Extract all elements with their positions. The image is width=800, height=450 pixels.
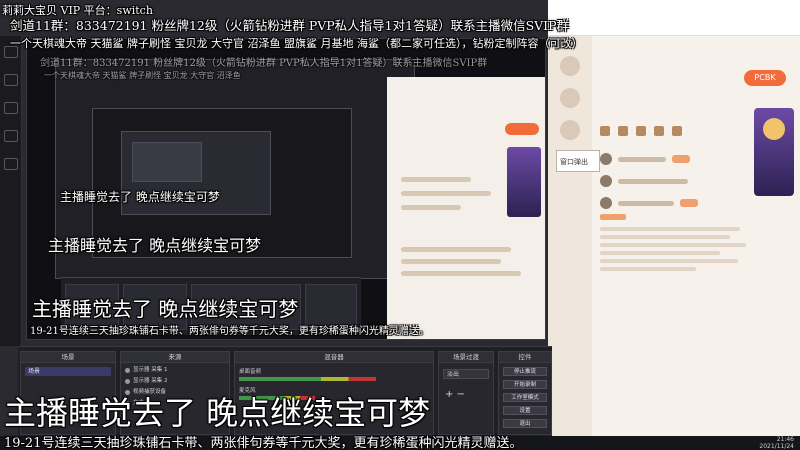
panel-title: 场景 xyxy=(21,352,115,363)
scene-item[interactable]: 场景 xyxy=(25,367,111,376)
mirror-bar xyxy=(401,271,521,276)
chat-row xyxy=(600,148,746,170)
sleep-caption-mirror-large: 主播睡觉去了 晚点继续宝可梦 xyxy=(32,297,299,321)
dock-icon[interactable] xyxy=(4,102,18,114)
add-remove-transition[interactable]: + − xyxy=(445,389,487,400)
ticker-caption-mirror: 19-21号连续三天抽珍珠铺石卡带、两张俳句券等千元大奖，更有珍稀蛋种闪光精灵赠… xyxy=(30,326,429,337)
notice-tag xyxy=(600,214,626,220)
source-item[interactable]: 显示器 采集 2 xyxy=(125,377,225,385)
toolbar-icon[interactable] xyxy=(636,126,646,136)
volume-meter[interactable] xyxy=(239,377,376,381)
toolbar-icon[interactable] xyxy=(618,126,628,136)
panel-title: 场景过渡 xyxy=(439,352,493,363)
sleep-caption-mirror-medium: 主播睡觉去了 晚点继续宝可梦 xyxy=(48,236,262,255)
chat-avatar[interactable] xyxy=(600,197,612,209)
clock-date: 2021/11/24 xyxy=(759,443,794,450)
chat-row xyxy=(600,192,746,214)
mirror-info-caption: 一个天棋魂大帝 天猫鲨 牌子刷怪 宝贝龙 大守官 沼泽鱼 xyxy=(44,71,241,80)
notice-line xyxy=(600,251,720,255)
source-label: 显示器 采集 2 xyxy=(133,378,168,384)
stream-toolbar xyxy=(600,122,746,140)
notice-line xyxy=(600,243,746,247)
mirror-hero xyxy=(507,147,541,217)
mixer-channel[interactable]: 桌面音频 xyxy=(239,367,429,382)
sleep-caption-mirror-small: 主播睡觉去了 晚点继续宝可梦 xyxy=(60,190,220,204)
mirror-bar xyxy=(401,177,471,182)
dock-icon[interactable] xyxy=(4,158,18,170)
mirror-bar xyxy=(401,191,491,196)
panel-title: 控件 xyxy=(499,352,551,363)
chat-badge xyxy=(680,199,698,207)
panel-title: 混音器 xyxy=(235,352,433,363)
source-label: 显示器 采集 1 xyxy=(133,367,168,373)
transitions-panel: 场景过渡 淡出 + − xyxy=(438,351,494,435)
notice-line xyxy=(600,235,730,239)
sidebar-avatar[interactable] xyxy=(560,88,580,108)
dock-icon[interactable] xyxy=(4,74,18,86)
dock-icon[interactable] xyxy=(4,130,18,142)
stream-web-page: PCBK xyxy=(548,0,800,436)
controls-panel: 控件 停止推流 开始录制 工作室模式 设置 退出 xyxy=(498,351,552,435)
hero-banner[interactable] xyxy=(754,108,794,196)
taskbar-clock[interactable]: 21:46 2021/11/24 xyxy=(759,436,794,450)
notice-line xyxy=(600,267,696,271)
start-recording-button[interactable]: 开始录制 xyxy=(503,380,547,389)
stream-notice xyxy=(600,214,750,275)
popup-label: 窗口弹出 xyxy=(560,158,588,166)
notice-line xyxy=(600,227,740,231)
chat-text xyxy=(618,156,666,162)
screen: PCBK 窗口弹出 场景 场景 来源 显示器 采集 1 显示器 采集 2 视频捕… xyxy=(0,0,800,450)
chat-text xyxy=(618,178,688,184)
mirror-bar xyxy=(401,205,461,210)
chat-avatar[interactable] xyxy=(600,153,612,165)
sleep-caption: 主播睡觉去了 晚点继续宝可梦 xyxy=(4,394,431,432)
toolbar-icon[interactable] xyxy=(654,126,664,136)
popup-window[interactable]: 窗口弹出 xyxy=(556,150,600,172)
obs-left-dock xyxy=(0,36,22,346)
mirror-bar xyxy=(401,259,501,264)
stream-page-sidebar xyxy=(548,36,592,436)
eye-icon[interactable] xyxy=(125,378,130,384)
source-item[interactable]: 显示器 采集 1 xyxy=(125,366,225,374)
eye-icon[interactable] xyxy=(125,367,130,373)
mixer-label: 桌面音频 xyxy=(239,369,262,375)
settings-button[interactable]: 设置 xyxy=(503,406,547,415)
exit-button[interactable]: 退出 xyxy=(503,419,547,428)
toolbar-icon[interactable] xyxy=(600,126,610,136)
transition-select[interactable]: 淡出 xyxy=(443,369,489,379)
fan-group-caption: 剑道11群：833472191 粉丝牌12级（火箭钻粉进群 PVP私人指导1对1… xyxy=(10,18,570,33)
ticker-caption: 19-21号连续三天抽珍珠铺石卡带、两张俳句券等千元大奖，更有珍稀蛋种闪光精灵赠… xyxy=(4,436,523,450)
mirror-bar xyxy=(401,247,511,252)
studio-mode-button[interactable]: 工作室模式 xyxy=(503,393,547,402)
panel-title: 来源 xyxy=(121,352,229,363)
sidebar-avatar[interactable] xyxy=(560,120,580,140)
info-caption: 一个天棋魂大帝 天猫鲨 牌子刷怪 宝贝龙 大守官 沼泽鱼 盟旗鲨 月基地 海鲨（… xyxy=(10,37,583,50)
stream-page-header xyxy=(548,0,800,36)
chat-badge xyxy=(672,155,690,163)
sidebar-avatar[interactable] xyxy=(560,56,580,76)
mirror-group-caption: 剑道11群：833472191 粉丝牌12级（火箭钻粉进群 PVP私人指导1对1… xyxy=(40,58,488,69)
clock-time: 21:46 xyxy=(776,436,794,443)
toolbar-icon[interactable] xyxy=(672,126,682,136)
mirror-frame xyxy=(132,142,202,182)
notice-line xyxy=(600,259,738,263)
mirror-pill xyxy=(505,123,539,135)
chat-row xyxy=(600,170,746,192)
stream-pill-badge[interactable]: PCBK xyxy=(744,70,786,86)
stop-streaming-button[interactable]: 停止推流 xyxy=(503,367,547,376)
hero-face-icon xyxy=(763,118,785,140)
chat-list xyxy=(600,148,746,214)
chat-avatar[interactable] xyxy=(600,175,612,187)
mirror-stream-page xyxy=(387,77,545,339)
chat-text xyxy=(618,200,674,206)
